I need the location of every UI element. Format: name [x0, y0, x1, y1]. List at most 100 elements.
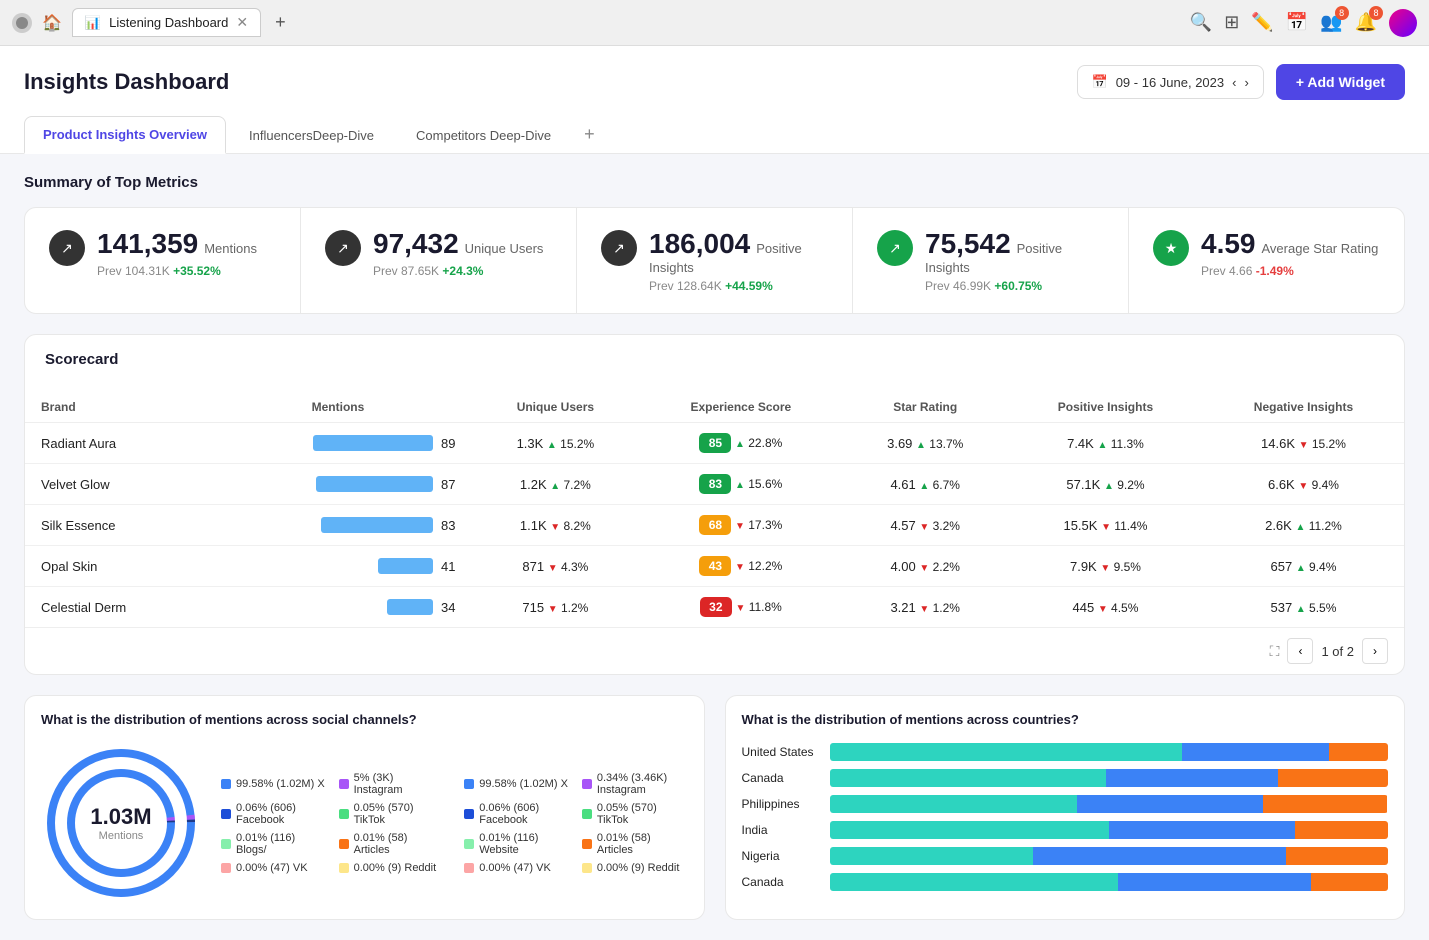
cell-pos-insights: 7.9K ▼ 9.5%	[1008, 546, 1203, 587]
metric-unique-users: ↗ 97,432Unique Users Prev 87.65K +24.3%	[301, 208, 577, 313]
cell-brand: Radiant Aura	[25, 423, 204, 464]
app-header: Insights Dashboard 📅 09 - 16 June, 2023 …	[0, 46, 1429, 154]
legend-item: 0.05% (570) TikTok	[339, 800, 445, 828]
cell-exp-score: 85 ▲ 22.8%	[639, 423, 842, 464]
close-icon[interactable]: ✕	[236, 14, 248, 31]
channels-panel: What is the distribution of mentions acr…	[24, 695, 705, 920]
next-page-button[interactable]: ›	[1362, 638, 1388, 664]
edit-icon[interactable]: ✏️	[1251, 12, 1273, 33]
cell-exp-score: 83 ▲ 15.6%	[639, 464, 842, 505]
country-name: Canada	[742, 771, 822, 785]
legend-item: 0.01% (116) Blogs/	[221, 830, 327, 858]
country-name: Philippines	[742, 797, 822, 811]
cell-pos-insights: 445 ▼ 4.5%	[1008, 587, 1203, 628]
cell-star-rating: 3.69 ▲ 13.7%	[842, 423, 1008, 464]
col-unique-users: Unique Users	[471, 392, 639, 423]
prev-page-button[interactable]: ‹	[1287, 638, 1313, 664]
pagination-bar: ⛶ ‹ 1 of 2 ›	[25, 627, 1404, 674]
cell-exp-score: 43 ▼ 12.2%	[639, 546, 842, 587]
expand-icon[interactable]: ⛶	[1270, 643, 1280, 660]
cell-unique-users: 715 ▼ 1.2%	[471, 587, 639, 628]
mentions-prev: Prev 104.31K +35.52%	[97, 264, 257, 278]
countries-title: What is the distribution of mentions acr…	[742, 712, 1389, 727]
tabs-row: Product Insights Overview InfluencersDee…	[24, 116, 1405, 153]
users-icon[interactable]: 👥8	[1320, 12, 1342, 33]
star-rating-value: 4.59	[1201, 228, 1256, 259]
date-range-label: 09 - 16 June, 2023	[1116, 75, 1224, 90]
cell-unique-users: 1.3K ▲ 15.2%	[471, 423, 639, 464]
country-name: Canada	[742, 875, 822, 889]
col-neg-insights: Negative Insights	[1203, 392, 1404, 423]
tab-product-insights[interactable]: Product Insights Overview	[24, 116, 226, 154]
grid-icon[interactable]: ⊞	[1224, 12, 1239, 33]
legend-item: 99.58% (1.02M) X	[464, 770, 570, 798]
legend-item: 0.00% (47) VK	[221, 860, 327, 876]
table-row: Velvet Glow 87 1.2K ▲ 7.2% 83 ▲ 15.6% 4.…	[25, 464, 1404, 505]
unique-users-prev: Prev 87.65K +24.3%	[373, 264, 543, 278]
cell-star-rating: 3.21 ▼ 1.2%	[842, 587, 1008, 628]
tab-influencers[interactable]: InfluencersDeep-Dive	[230, 117, 393, 153]
cell-neg-insights: 537 ▲ 5.5%	[1203, 587, 1404, 628]
col-exp-score: Experience Score	[639, 392, 842, 423]
donut-label: Mentions	[90, 830, 151, 842]
col-mentions[interactable]: Mentions	[204, 392, 471, 423]
scorecard-title: Scorecard	[45, 351, 1384, 368]
country-bar-row: India	[742, 821, 1389, 839]
calendar-icon[interactable]: 📅	[1286, 12, 1308, 33]
legend-item: 0.01% (58) Articles	[582, 830, 688, 858]
mentions-label: Mentions	[204, 241, 257, 256]
chevron-right-icon[interactable]: ›	[1244, 75, 1248, 90]
col-brand: Brand	[25, 392, 204, 423]
new-tab-icon[interactable]: +	[275, 12, 286, 33]
add-widget-button[interactable]: + Add Widget	[1276, 64, 1405, 100]
country-bar-row: Philippines	[742, 795, 1389, 813]
legend-item: 0.00% (47) VK	[464, 860, 570, 876]
tab-competitors[interactable]: Competitors Deep-Dive	[397, 117, 570, 153]
browser-tab[interactable]: 📊 Listening Dashboard ✕	[72, 8, 261, 37]
legend-item: 0.06% (606) Facebook	[464, 800, 570, 828]
table-row: Silk Essence 83 1.1K ▼ 8.2% 68 ▼ 17.3% 4…	[25, 505, 1404, 546]
channels-title: What is the distribution of mentions acr…	[41, 712, 688, 727]
col-star-rating: Star Rating	[842, 392, 1008, 423]
cell-pos-insights: 7.4K ▲ 11.3%	[1008, 423, 1203, 464]
table-row: Opal Skin 41 871 ▼ 4.3% 43 ▼ 12.2% 4.00 …	[25, 546, 1404, 587]
positive-insights-2-value: 75,542	[925, 228, 1011, 259]
page-title: Insights Dashboard	[24, 69, 229, 95]
cell-exp-score: 68 ▼ 17.3%	[639, 505, 842, 546]
cell-brand: Opal Skin	[25, 546, 204, 587]
channels-legend: 99.58% (1.02M) X5% (3K) Instagram0.06% (…	[221, 770, 444, 876]
legend-item: 0.05% (570) TikTok	[582, 800, 688, 828]
search-icon[interactable]: 🔍	[1190, 12, 1212, 33]
star-rating-icon: ★	[1153, 230, 1189, 266]
date-range-button[interactable]: 📅 09 - 16 June, 2023 ‹ ›	[1077, 65, 1264, 99]
avatar[interactable]	[1389, 9, 1417, 37]
cell-brand: Celestial Derm	[25, 587, 204, 628]
bell-icon[interactable]: 🔔8	[1355, 12, 1377, 33]
cell-exp-score: 32 ▼ 11.8%	[639, 587, 842, 628]
channels-legend2: 99.58% (1.02M) X0.34% (3.46K) Instagram0…	[464, 770, 687, 876]
chevron-left-icon[interactable]: ‹	[1232, 75, 1236, 90]
cell-mentions: 34	[204, 587, 471, 628]
countries-panel: What is the distribution of mentions acr…	[725, 695, 1406, 920]
cell-unique-users: 1.1K ▼ 8.2%	[471, 505, 639, 546]
metrics-row: ↗ 141,359Mentions Prev 104.31K +35.52% ↗…	[24, 207, 1405, 314]
positive-insights-value: 186,004	[649, 228, 750, 259]
home-icon[interactable]: 🏠	[42, 13, 62, 33]
browser-logo	[12, 13, 32, 33]
cell-brand: Velvet Glow	[25, 464, 204, 505]
cell-neg-insights: 657 ▲ 9.4%	[1203, 546, 1404, 587]
donut-value: 1.03M	[90, 804, 151, 830]
cell-pos-insights: 15.5K ▼ 11.4%	[1008, 505, 1203, 546]
col-pos-insights: Positive Insights	[1008, 392, 1203, 423]
cell-neg-insights: 14.6K ▼ 15.2%	[1203, 423, 1404, 464]
table-row: Radiant Aura 89 1.3K ▲ 15.2% 85 ▲ 22.8% …	[25, 423, 1404, 464]
cell-star-rating: 4.57 ▼ 3.2%	[842, 505, 1008, 546]
legend-item: 5% (3K) Instagram	[339, 770, 445, 798]
legend-item: 99.58% (1.02M) X	[221, 770, 327, 798]
positive-insights-prev: Prev 128.64K +44.59%	[649, 279, 828, 293]
country-bar-row: Nigeria	[742, 847, 1389, 865]
cell-star-rating: 4.61 ▲ 6.7%	[842, 464, 1008, 505]
tab-title: Listening Dashboard	[109, 15, 228, 30]
cell-star-rating: 4.00 ▼ 2.2%	[842, 546, 1008, 587]
add-tab-icon[interactable]: +	[574, 118, 605, 151]
